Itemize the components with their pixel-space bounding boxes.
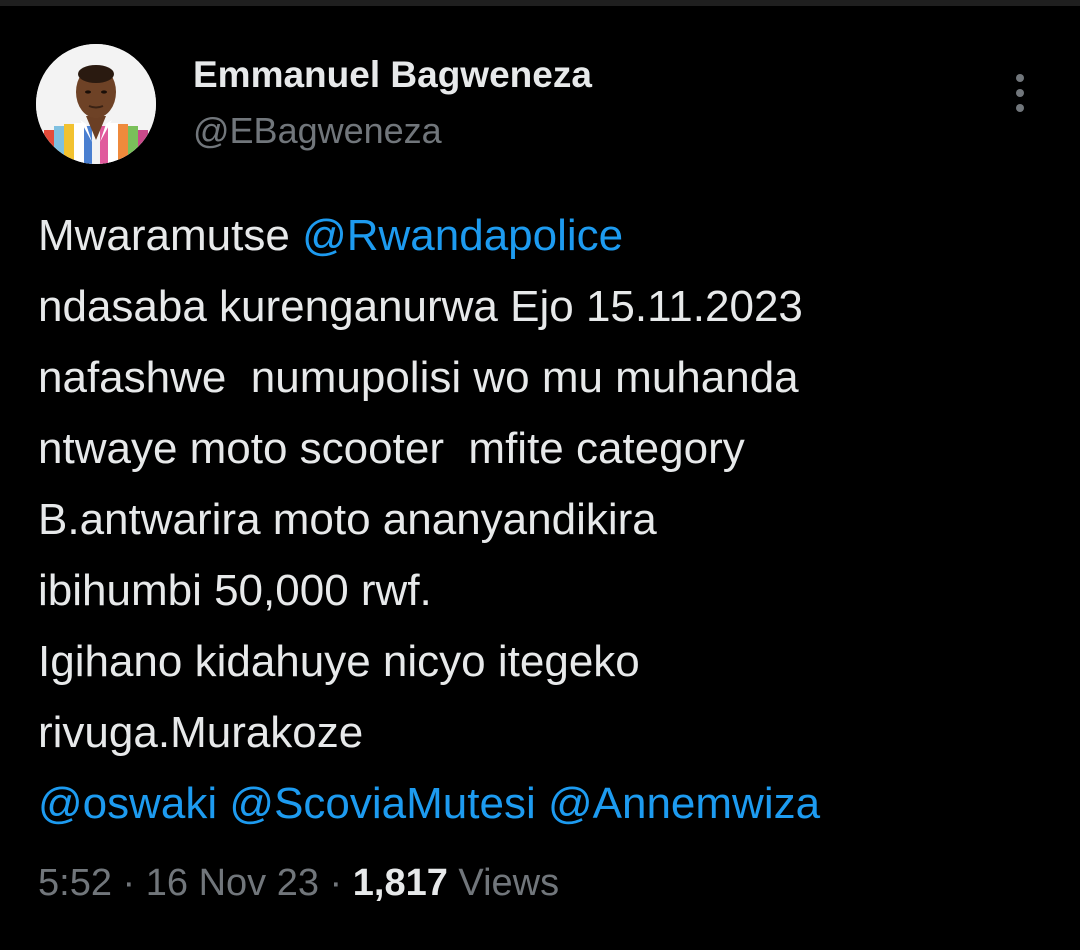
more-vertical-icon — [1016, 74, 1024, 82]
mention-oswaki-link[interactable]: @oswaki — [38, 779, 217, 828]
mention-annemwiza-link[interactable]: @Annemwiza — [548, 779, 820, 828]
author-handle[interactable]: @EBagweneza — [193, 110, 442, 152]
views-label: Views — [447, 862, 560, 904]
tweet-line: Igihano kidahuye nicyo itegeko — [38, 637, 640, 686]
author-display-name[interactable]: Emmanuel Bagweneza — [193, 54, 592, 96]
more-vertical-icon-dot — [1016, 104, 1024, 112]
tweet-space — [536, 779, 548, 828]
tweet-text-segment: Mwaramutse — [38, 211, 303, 260]
tweet-line: ntwaye moto scooter mfite category — [38, 424, 745, 473]
tweet-line: ibihumbi 50,000 rwf. — [38, 566, 432, 615]
avatar[interactable] — [36, 44, 156, 164]
tweet-line: rivuga.Murakoze — [38, 708, 364, 757]
meta-separator: · — [318, 862, 353, 904]
views-count[interactable]: 1,817 — [353, 862, 448, 904]
tweet-line: @oswaki @ScoviaMutesi @Annemwiza — [38, 768, 1048, 839]
tweet-metadata: 5:52 · 16 Nov 23 · 1,817 Views — [38, 862, 559, 905]
mention-rwandapolice-link[interactable]: @Rwandapolice — [302, 211, 623, 260]
tweet-date[interactable]: 16 Nov 23 — [146, 862, 319, 904]
tweet-line: Mwaramutse @Rwandapolice — [38, 200, 1048, 271]
tweet-line: nafashwe numupolisi wo mu muhanda — [38, 353, 799, 402]
more-vertical-icon-dot — [1016, 89, 1024, 97]
meta-separator: · — [111, 862, 146, 904]
avatar-image — [36, 44, 156, 164]
tweet-line: B.antwarira moto ananyandikira — [38, 495, 657, 544]
tweet-text: Mwaramutse @Rwandapolice ndasaba kurenga… — [38, 200, 1048, 839]
more-options-button[interactable] — [1002, 70, 1038, 116]
tweet-line: ndasaba kurenganurwa Ejo 15.11.2023 — [38, 282, 803, 331]
top-divider — [0, 0, 1080, 6]
tweet-time[interactable]: 5:52 — [38, 862, 112, 904]
tweet-space — [217, 779, 229, 828]
mention-scoviamutesi-link[interactable]: @ScoviaMutesi — [229, 779, 535, 828]
